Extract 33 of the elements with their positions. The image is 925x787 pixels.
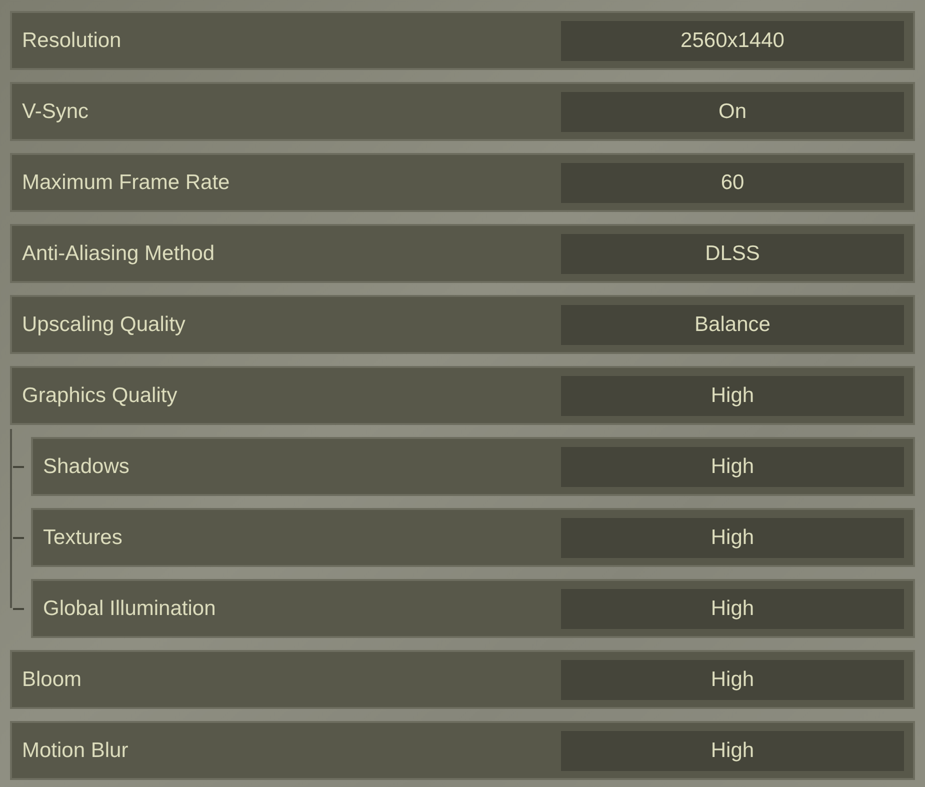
value-selector[interactable]: Balance xyxy=(561,304,904,344)
setting-label: Anti-Aliasing Method xyxy=(22,242,215,266)
setting-row[interactable]: V-Sync On xyxy=(10,82,915,141)
setting-row[interactable]: Maximum Frame Rate 60 xyxy=(10,153,915,212)
setting-row[interactable]: Graphics Quality High xyxy=(10,366,915,425)
value-selector[interactable]: DLSS xyxy=(561,234,904,274)
setting-label: Upscaling Quality xyxy=(22,312,186,336)
setting-label: Resolution xyxy=(22,28,122,52)
setting-row[interactable]: Anti-Aliasing Method DLSS xyxy=(10,224,915,283)
value-selector[interactable]: High xyxy=(561,446,904,486)
value-selector[interactable]: High xyxy=(561,660,904,700)
setting-label: V-Sync xyxy=(22,100,89,124)
setting-row[interactable]: Textures High xyxy=(31,508,915,567)
value-selector[interactable]: On xyxy=(561,92,904,132)
setting-row[interactable]: Motion Blur High xyxy=(10,721,915,780)
value-selector[interactable]: High xyxy=(561,376,904,416)
setting-row[interactable]: Resolution 2560x1440 xyxy=(10,11,915,70)
value-selector[interactable]: High xyxy=(561,518,904,558)
setting-label: Bloom xyxy=(22,668,82,692)
setting-row[interactable]: Shadows High xyxy=(31,437,915,496)
value-selector[interactable]: 60 xyxy=(561,162,904,202)
setting-label: Global Illumination xyxy=(43,596,216,620)
setting-label: Textures xyxy=(43,526,122,550)
setting-label: Maximum Frame Rate xyxy=(22,170,230,194)
setting-label: Shadows xyxy=(43,454,130,478)
setting-label: Graphics Quality xyxy=(22,384,178,408)
value-selector[interactable]: High xyxy=(561,730,904,770)
setting-row[interactable]: Global Illumination High xyxy=(31,579,915,638)
setting-row[interactable]: Upscaling Quality Balance xyxy=(10,295,915,354)
setting-row[interactable]: Bloom High xyxy=(10,650,915,709)
value-selector[interactable]: 2560x1440 xyxy=(561,20,904,60)
setting-label: Motion Blur xyxy=(22,738,128,762)
value-selector[interactable]: High xyxy=(561,588,904,628)
